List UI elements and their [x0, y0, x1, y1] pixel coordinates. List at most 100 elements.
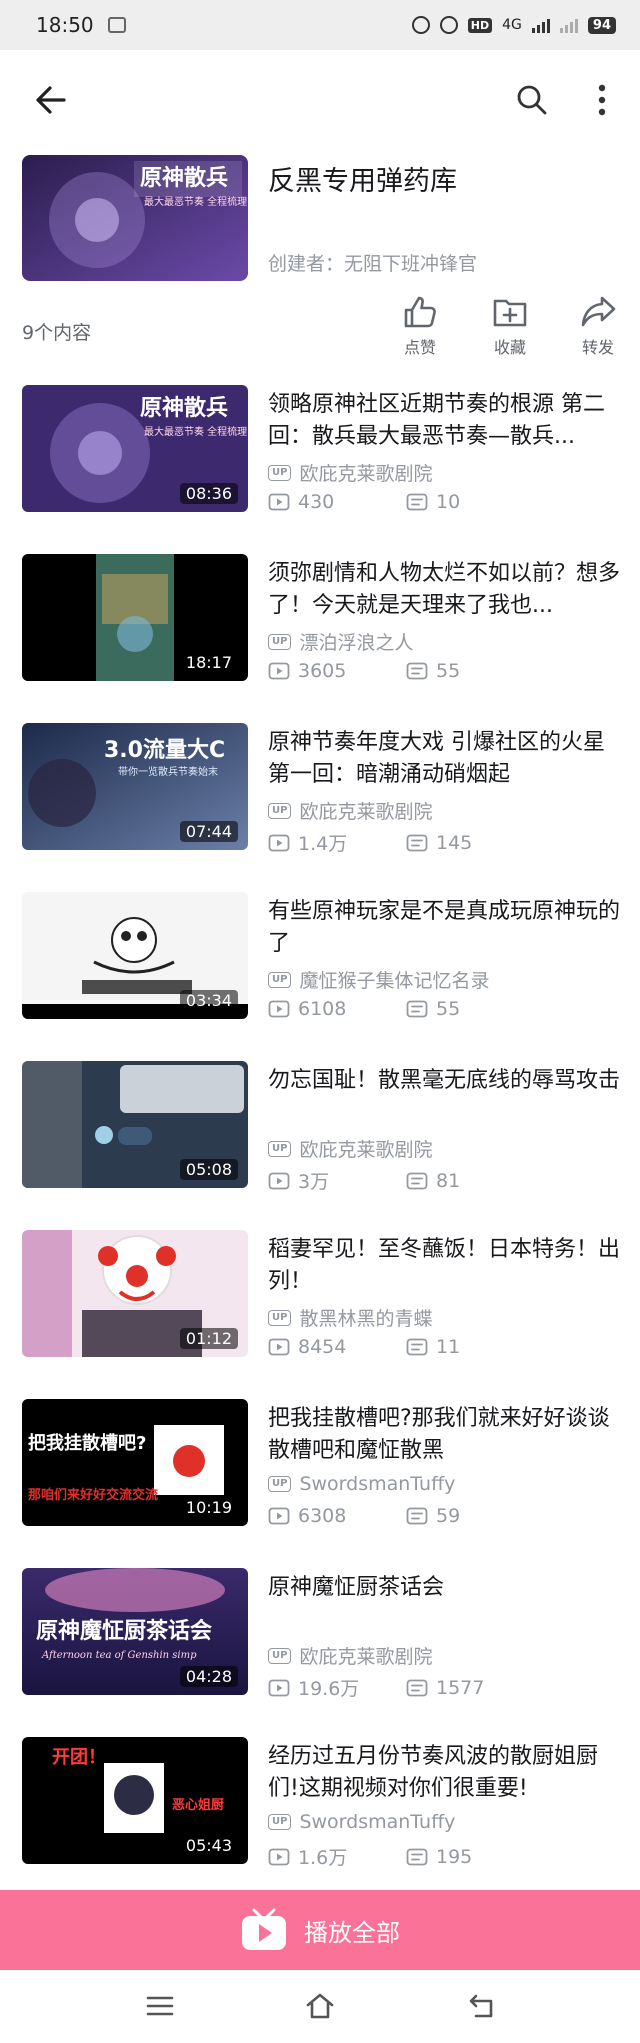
video-item[interactable]: 原神魔怔厨茶话会 Afternoon tea of Genshin simp 0…	[0, 1568, 640, 1737]
view-count: 1.6万	[298, 1847, 348, 1869]
like-button[interactable]: 点赞	[390, 292, 450, 358]
video-item[interactable]: 18:17 须弥剧情和人物太烂不如以前？想多了！今天就是天理来了我也... UP…	[0, 554, 640, 723]
video-thumbnail[interactable]: 3.0流量大C 带你一览散兵节奏始末 07:44	[22, 723, 248, 850]
video-thumbnail[interactable]: 01:12	[22, 1230, 248, 1357]
favorite-button[interactable]: 收藏	[480, 292, 540, 358]
collection-cover[interactable]: 原神散兵 最大最恶节奏 全程梳理	[22, 155, 248, 281]
video-thumbnail[interactable]: 03:34	[22, 892, 248, 1019]
thumb-sub-text: 恶心姐厨	[172, 1797, 224, 1813]
danmaku-stat: 55	[406, 660, 460, 682]
video-item[interactable]: 开团！ 恶心姐厨 05:43 经历过五月份节奏风波的散厨姐厨们!这期视频对你们很…	[0, 1737, 640, 1906]
video-item[interactable]: 3.0流量大C 带你一览散兵节奏始末 07:44 原神节奏年度大戏 引爆社区的火…	[0, 723, 640, 892]
danmaku-icon	[406, 1848, 428, 1865]
video-thumbnail[interactable]: 18:17	[22, 554, 248, 681]
video-item[interactable]: 05:08 勿忘国耻！散黑毫无底线的辱骂攻击 UP 欧庇克莱歌剧院 3万 81	[0, 1061, 640, 1230]
video-title[interactable]: 原神节奏年度大戏 引爆社区的火星 第一回：暗潮涌动硝烟起	[268, 727, 620, 791]
back-icon[interactable]	[466, 1990, 498, 2022]
uploader-name: SwordsmanTuffy	[299, 1473, 456, 1495]
video-item[interactable]: 01:12 稻妻罕见！至冬蘸饭！日本特务！出列！ UP 散黑林黑的青蝶 8454…	[0, 1230, 640, 1399]
video-duration: 07:44	[179, 821, 238, 842]
video-title[interactable]: 有些原神玩家是不是真成玩原神玩的了	[268, 896, 620, 960]
network-type: 4G	[502, 17, 522, 33]
video-item[interactable]: 原神散兵 最大最恶节奏 全程梳理 08:36 领略原神社区近期节奏的根源 第二回…	[0, 385, 640, 554]
video-thumbnail[interactable]: 开团！ 恶心姐厨 05:43	[22, 1737, 248, 1864]
video-title[interactable]: 原神魔怔厨茶话会	[268, 1572, 620, 1604]
danmaku-count: 145	[436, 831, 473, 854]
video-title[interactable]: 领略原神社区近期节奏的根源 第二回：散兵最大最恶节奏—散兵...	[268, 389, 620, 453]
video-uploader[interactable]: UP 欧庇克莱歌剧院	[268, 797, 432, 824]
up-badge: UP	[268, 1647, 292, 1664]
sim-icon	[107, 17, 126, 33]
share-button[interactable]: 转发	[568, 292, 628, 358]
video-uploader[interactable]: UP SwordsmanTuffy	[268, 1811, 455, 1833]
video-thumbnail[interactable]: 把我挂散槽吧? 那咱们来好好交流交流 10:19	[22, 1399, 248, 1526]
video-uploader[interactable]: UP SwordsmanTuffy	[268, 1473, 455, 1495]
video-uploader[interactable]: UP 欧庇克莱歌剧院	[268, 1642, 432, 1669]
action-row: 9个内容 点赞 收藏 转发	[0, 290, 640, 362]
video-duration: 04:28	[179, 1666, 238, 1687]
up-badge: UP	[268, 1476, 292, 1492]
thumb-title-text: 3.0流量大C	[104, 737, 225, 763]
video-duration: 05:08	[179, 1159, 238, 1180]
home-icon[interactable]	[304, 1990, 336, 2022]
danmaku-stat: 10	[406, 491, 460, 513]
danmaku-count: 10	[436, 491, 461, 513]
video-title[interactable]: 稻妻罕见！至冬蘸饭！日本特务！出列！	[268, 1234, 620, 1298]
more-vertical-icon[interactable]	[592, 82, 612, 118]
play-all-button[interactable]: 播放全部	[0, 1890, 640, 1970]
play-count-icon	[268, 1679, 290, 1696]
video-stats: 3605 55	[268, 660, 460, 682]
play-count-icon	[268, 1507, 290, 1525]
play-count-icon	[268, 1172, 290, 1189]
video-stats: 6108 55	[268, 998, 460, 1020]
up-badge: UP	[268, 633, 292, 650]
video-thumbnail[interactable]: 原神散兵 最大最恶节奏 全程梳理 08:36	[22, 385, 248, 512]
status-time: 18:50	[36, 13, 94, 37]
video-title[interactable]: 须弥剧情和人物太烂不如以前？想多了！今天就是天理来了我也...	[268, 558, 620, 622]
up-badge: UP	[268, 802, 292, 819]
video-uploader[interactable]: UP 欧庇克莱歌剧院	[268, 459, 432, 486]
danmaku-count: 55	[436, 998, 461, 1020]
play-all-label: 播放全部	[304, 1918, 400, 1947]
collection-creator[interactable]: 创建者：无阻下班冲锋官	[268, 249, 477, 276]
danmaku-count: 59	[436, 1505, 461, 1527]
view-count: 19.6万	[298, 1678, 360, 1700]
like-label: 点赞	[403, 338, 436, 357]
video-list: 原神散兵 最大最恶节奏 全程梳理 08:36 领略原神社区近期节奏的根源 第二回…	[0, 385, 640, 1906]
up-badge: UP	[268, 464, 292, 481]
hd-badge: HD	[467, 17, 493, 33]
uploader-name: 散黑林黑的青蝶	[299, 1308, 433, 1330]
video-uploader[interactable]: UP 散黑林黑的青蝶	[268, 1304, 432, 1331]
video-uploader[interactable]: UP 魔怔猴子集体记忆名录	[268, 966, 489, 993]
video-item[interactable]: 03:34 有些原神玩家是不是真成玩原神玩的了 UP 魔怔猴子集体记忆名录 61…	[0, 892, 640, 1061]
video-stats: 6308 59	[268, 1505, 460, 1527]
views-stat: 3605	[268, 660, 346, 682]
play-count-icon	[268, 1848, 290, 1865]
up-badge: UP	[268, 971, 292, 988]
video-duration: 18:17	[179, 652, 238, 673]
video-title[interactable]: 把我挂散槽吧?那我们就来好好谈谈散槽吧和魔怔散黑	[268, 1403, 620, 1467]
danmaku-count: 11	[436, 1336, 461, 1358]
video-uploader[interactable]: UP 漂泊浮浪之人	[268, 628, 413, 655]
danmaku-count: 55	[436, 660, 461, 682]
up-badge: UP	[268, 1814, 292, 1830]
video-title[interactable]: 勿忘国耻！散黑毫无底线的辱骂攻击	[268, 1065, 620, 1097]
view-count: 8454	[298, 1336, 347, 1358]
uploader-name: 欧庇克莱歌剧院	[299, 801, 433, 823]
video-item[interactable]: 把我挂散槽吧? 那咱们来好好交流交流 10:19 把我挂散槽吧?那我们就来好好谈…	[0, 1399, 640, 1568]
video-thumbnail[interactable]: 05:08	[22, 1061, 248, 1188]
view-count: 6308	[298, 1505, 347, 1527]
video-duration: 10:19	[179, 1497, 238, 1518]
battery-level: 94	[587, 16, 616, 34]
danmaku-count: 1577	[436, 1676, 485, 1699]
video-duration: 01:12	[179, 1328, 238, 1349]
back-arrow-icon[interactable]	[30, 80, 70, 120]
video-thumbnail[interactable]: 原神魔怔厨茶话会 Afternoon tea of Genshin simp 0…	[22, 1568, 248, 1695]
menu-icon[interactable]	[144, 1990, 176, 2022]
video-uploader[interactable]: UP 欧庇克莱歌剧院	[268, 1135, 432, 1162]
thumb-sub-text: 带你一览散兵节奏始末	[118, 765, 218, 778]
search-icon[interactable]	[514, 82, 550, 118]
video-title[interactable]: 经历过五月份节奏风波的散厨姐厨们!这期视频对你们很重要!	[268, 1741, 620, 1805]
danmaku-count: 195	[436, 1845, 473, 1868]
share-label: 转发	[581, 338, 614, 357]
